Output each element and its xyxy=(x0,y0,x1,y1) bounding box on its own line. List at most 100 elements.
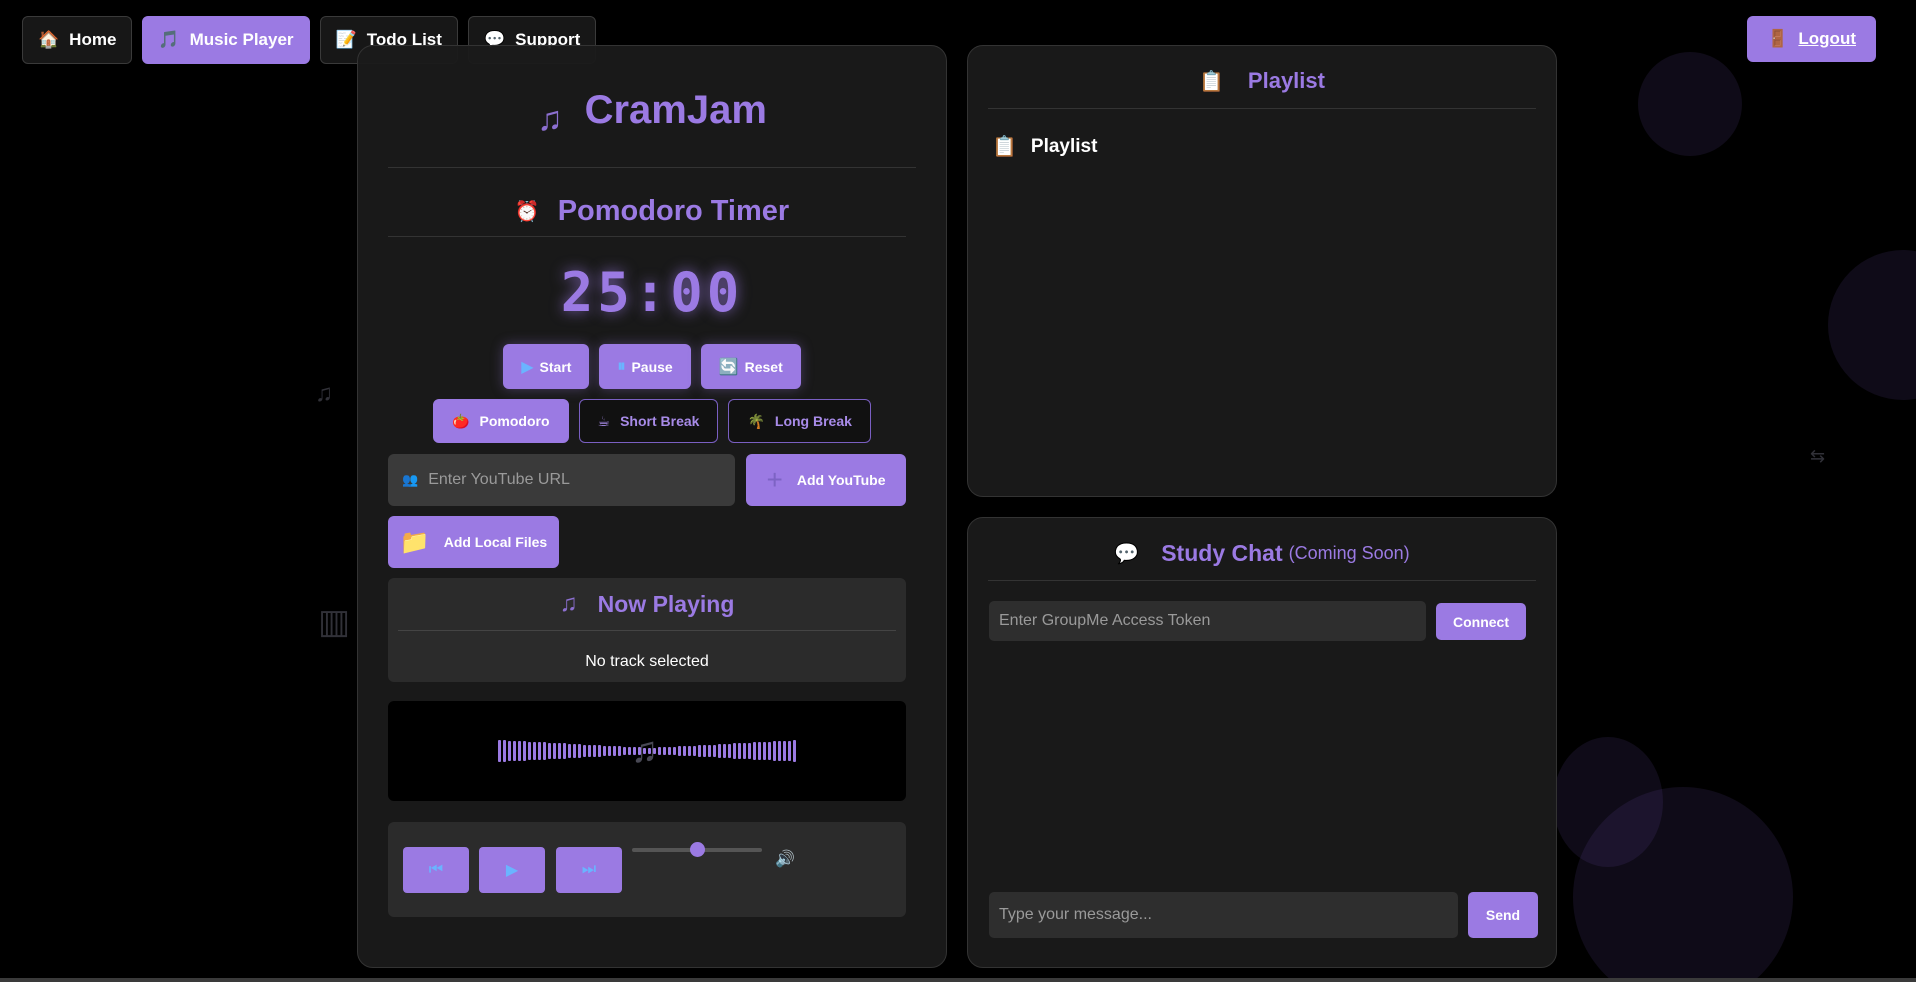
clipboard-icon: 📋 xyxy=(992,136,1017,158)
background-bubble xyxy=(1638,52,1742,156)
visualizer-bar xyxy=(753,742,756,760)
visualizer-bar xyxy=(583,744,586,758)
now-playing-title: Now Playing xyxy=(597,590,735,617)
music-note-icon: 🎵 xyxy=(158,30,180,49)
start-button[interactable]: ▶ Start xyxy=(503,344,590,389)
visualizer-bar xyxy=(578,744,581,758)
visualizer-bar xyxy=(598,745,601,757)
mode-long-break-button[interactable]: 🌴 Long Break xyxy=(728,399,871,443)
volume-slider[interactable] xyxy=(632,842,762,857)
pomodoro-title: ⏰ Pomodoro Timer xyxy=(358,186,946,236)
visualizer-bar xyxy=(608,745,611,757)
piano-deco-icon: ▥ xyxy=(318,603,351,641)
nav-music-player-button[interactable]: 🎵 Music Player xyxy=(142,16,310,64)
visualizer-bar xyxy=(593,745,596,757)
visualizer-bar xyxy=(563,743,566,759)
volume-slider-thumb[interactable] xyxy=(690,842,705,857)
background-bubble xyxy=(1828,250,1916,400)
visualizer-bar xyxy=(788,740,791,762)
alarm-clock-icon: ⏰ xyxy=(514,200,540,223)
groupme-token-input[interactable] xyxy=(989,601,1426,641)
playlist-subheading-text: Playlist xyxy=(1030,135,1098,157)
app-title-text: CramJam xyxy=(584,87,767,132)
nav-home-label: Home xyxy=(69,30,117,49)
music-player-panel: ♫ CramJam ⏰ Pomodoro Timer 25:00 ▶ Start… xyxy=(357,45,947,968)
speech-bubble-icon: 💬 xyxy=(1114,543,1140,565)
pause-button[interactable]: ⏸ Pause xyxy=(599,344,691,389)
logout-button[interactable]: 🚪 Logout xyxy=(1747,16,1876,62)
visualizer-bar xyxy=(658,747,661,755)
visualizer-bar xyxy=(758,742,761,760)
visualizer-bar xyxy=(613,746,616,756)
title-divider xyxy=(388,167,916,168)
add-local-files-button[interactable]: 📁 Add Local Files xyxy=(388,516,559,568)
next-button[interactable]: ⏭ xyxy=(556,847,622,893)
playlist-panel: 📋 Playlist 📋 Playlist xyxy=(967,45,1557,497)
add-youtube-button[interactable]: + Add YouTube xyxy=(746,454,906,506)
repeat-deco-icon: ⇆ xyxy=(1810,446,1826,466)
start-label: Start xyxy=(539,358,572,375)
connect-button[interactable]: Connect xyxy=(1436,603,1526,640)
visualizer-bar xyxy=(543,742,546,760)
clipboard-icon: 📋 xyxy=(1199,70,1224,93)
visualizer-bar xyxy=(603,745,606,757)
visualizer-bar xyxy=(738,743,741,759)
chat-divider xyxy=(988,580,1536,581)
reset-label: Reset xyxy=(744,358,783,375)
coffee-icon: ☕ xyxy=(597,412,611,429)
playlist-divider xyxy=(988,108,1536,109)
tomato-icon: 🍅 xyxy=(452,412,470,429)
send-button[interactable]: Send xyxy=(1468,892,1538,938)
playlist-title: Playlist xyxy=(1247,68,1325,93)
nav-home-button[interactable]: 🏠 Home xyxy=(22,16,133,64)
users-icon: 👥 xyxy=(402,472,419,487)
player-controls: ⏮ ▶ ⏭ 🔊 xyxy=(388,822,906,917)
visualizer-bar xyxy=(688,745,691,757)
palm-tree-icon: 🌴 xyxy=(747,412,765,429)
visualizer-bar xyxy=(508,740,511,762)
add-local-files-label: Add Local Files xyxy=(443,534,548,550)
visualizer-bar xyxy=(668,746,671,756)
music-note-icon: ♫ xyxy=(537,99,563,138)
visualizer-bar xyxy=(733,743,736,759)
previous-button[interactable]: ⏮ xyxy=(403,847,469,893)
next-icon: ⏭ xyxy=(581,861,597,878)
playlist-header: 📋 Playlist xyxy=(968,68,1556,94)
mode-pomodoro-label: Pomodoro xyxy=(479,413,550,429)
door-icon: 🚪 xyxy=(1767,29,1789,48)
visualizer-bar xyxy=(728,743,731,759)
youtube-url-field[interactable]: 👥 xyxy=(388,454,735,506)
visualizer-bar xyxy=(778,741,781,761)
visualizer-bar xyxy=(773,741,776,761)
youtube-url-input[interactable] xyxy=(428,471,719,489)
visualizer-bar xyxy=(518,741,521,761)
playlist-subheading: 📋 Playlist xyxy=(992,134,1097,159)
message-input[interactable] xyxy=(989,892,1458,938)
visualizer-bar xyxy=(783,740,786,762)
pomodoro-title-text: Pomodoro Timer xyxy=(557,194,790,227)
visualizer-bar xyxy=(548,742,551,760)
memo-icon: 📝 xyxy=(335,30,357,49)
speaker-icon[interactable]: 🔊 xyxy=(775,849,795,869)
folder-icon: 📁 xyxy=(399,528,430,556)
mode-pomodoro-button[interactable]: 🍅 Pomodoro xyxy=(433,399,569,443)
visualizer-bar xyxy=(768,741,771,761)
play-button[interactable]: ▶ xyxy=(479,847,545,893)
audio-visualizer: ♫ xyxy=(388,701,906,801)
note-deco-icon: ♫ xyxy=(315,380,333,407)
reset-button[interactable]: 🔄 Reset xyxy=(700,344,801,389)
coming-soon-label: (Coming Soon) xyxy=(1288,543,1410,563)
visualizer-bar xyxy=(703,745,706,757)
previous-icon: ⏮ xyxy=(428,861,444,878)
visualizer-bar xyxy=(528,741,531,761)
mode-short-break-button[interactable]: ☕ Short Break xyxy=(578,399,719,443)
visualizer-bar xyxy=(503,740,506,762)
visualizer-bar xyxy=(663,747,666,755)
visualizer-bar xyxy=(513,740,516,762)
mode-short-break-label: Short Break xyxy=(620,413,700,429)
timer-display: 25:00 xyxy=(560,261,744,324)
visualizer-bar xyxy=(673,746,676,756)
study-chat-header: 💬 Study Chat (Coming Soon) xyxy=(968,540,1556,567)
visualizer-bar xyxy=(498,740,501,762)
nav-music-player-label: Music Player xyxy=(189,30,294,49)
